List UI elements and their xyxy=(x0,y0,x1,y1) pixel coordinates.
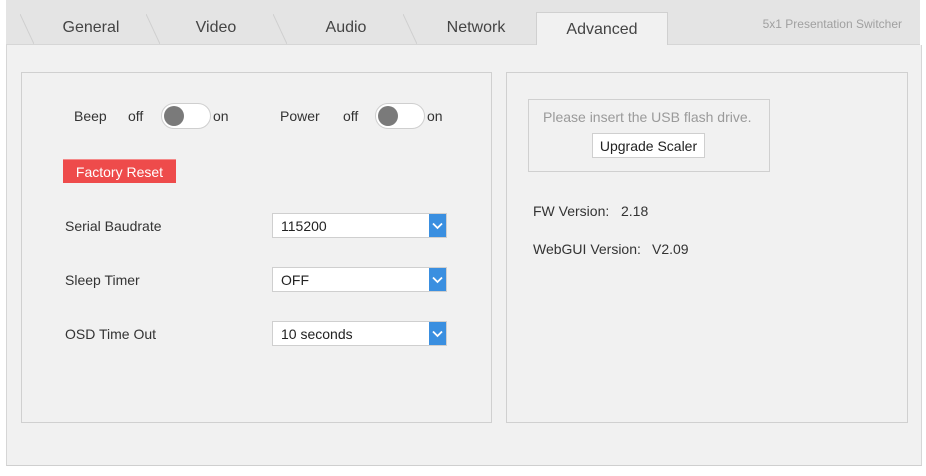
chevron-down-icon xyxy=(429,322,446,345)
tab-separator xyxy=(146,14,160,44)
osd-time-out-label: OSD Time Out xyxy=(65,326,157,342)
tab-label: Video xyxy=(195,19,237,36)
osd-time-out-value: 10 seconds xyxy=(281,326,353,342)
sleep-timer-label: Sleep Timer xyxy=(65,272,140,288)
tab-separator xyxy=(20,14,34,44)
webgui-version-value: V2.09 xyxy=(652,241,689,257)
beep-toggle[interactable] xyxy=(161,103,211,129)
factory-reset-button[interactable]: Factory Reset xyxy=(63,159,176,183)
serial-baudrate-select[interactable]: 115200 xyxy=(272,213,447,238)
upgrade-scaler-button[interactable]: Upgrade Scaler xyxy=(592,133,705,158)
power-toggle[interactable] xyxy=(375,103,425,129)
sleep-timer-value: OFF xyxy=(281,272,309,288)
beep-on-label: on xyxy=(213,108,229,124)
beep-label: Beep xyxy=(74,108,107,124)
tab-label: Audio xyxy=(325,19,367,36)
tab-network[interactable]: Network xyxy=(416,12,536,44)
sleep-timer-select[interactable]: OFF xyxy=(272,267,447,292)
usb-message: Please insert the USB flash drive. xyxy=(543,109,752,125)
tab-separator xyxy=(273,14,287,44)
osd-time-out-select[interactable]: 10 seconds xyxy=(272,321,447,346)
fw-version-value: 2.18 xyxy=(621,203,649,219)
power-off-label: off xyxy=(343,108,359,124)
tab-separator xyxy=(403,14,417,44)
tab-general[interactable]: General xyxy=(36,12,146,44)
serial-baudrate-label: Serial Baudrate xyxy=(65,218,162,234)
tab-video[interactable]: Video xyxy=(161,12,271,44)
serial-baudrate-value: 115200 xyxy=(281,218,327,234)
brand-title: 5x1 Presentation Switcher xyxy=(762,17,902,31)
firmware-panel: Please insert the USB flash drive. Upgra… xyxy=(506,72,908,423)
fw-version-label: FW Version: xyxy=(533,203,610,219)
tab-label: Network xyxy=(446,19,506,36)
webgui-version-label: WebGUI Version: xyxy=(533,241,641,257)
toggle-knob xyxy=(164,106,184,126)
tab-label: General xyxy=(62,19,120,36)
tab-label: Advanced xyxy=(566,20,638,38)
chevron-down-icon xyxy=(429,214,446,237)
tab-bar: General Video Audio Network Advanced 5x1… xyxy=(6,0,920,46)
chevron-down-icon xyxy=(429,268,446,291)
tab-advanced[interactable]: Advanced xyxy=(536,12,668,46)
tab-audio[interactable]: Audio xyxy=(291,12,401,44)
main-area: Beep off on Power off on Factory Reset S… xyxy=(6,45,922,466)
power-label: Power xyxy=(280,108,320,124)
power-on-label: on xyxy=(427,108,443,124)
toggle-knob xyxy=(378,106,398,126)
settings-panel: Beep off on Power off on Factory Reset S… xyxy=(21,72,492,423)
beep-off-label: off xyxy=(128,108,144,124)
